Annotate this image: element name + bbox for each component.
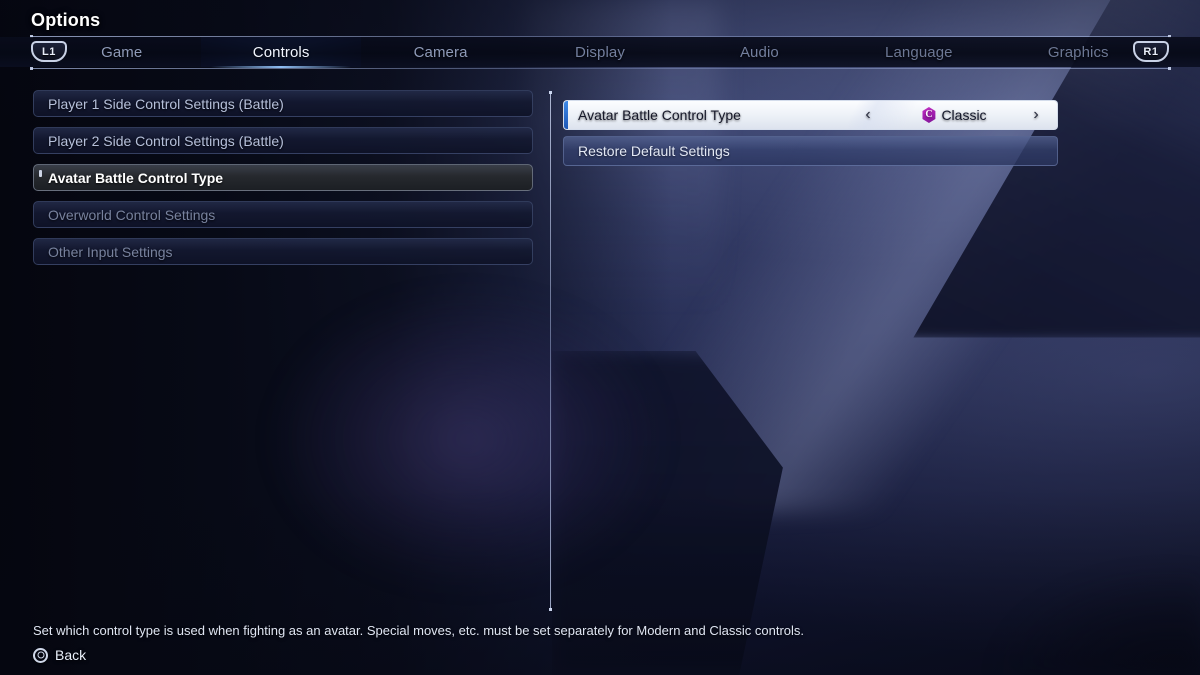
tab-display[interactable]: Display [520, 37, 679, 67]
l1-bumper-icon[interactable]: L1 [31, 41, 67, 62]
r1-bumper-icon[interactable]: R1 [1133, 41, 1169, 62]
panel-divider [549, 91, 552, 611]
tab-language[interactable]: Language [839, 37, 998, 67]
setting-value-text: Classic [941, 107, 987, 123]
setting-row-avatar-battle-control-type[interactable]: Avatar Battle Control Type ‹ C Classic › [563, 100, 1058, 130]
header-rule-bottom [31, 68, 1169, 69]
header-rule-endcap-bottom-left [30, 67, 33, 70]
previous-value-arrow-icon[interactable]: ‹ [857, 107, 879, 123]
page-title: Options [31, 10, 101, 30]
tab-controls[interactable]: Controls [201, 37, 362, 68]
divider-cap-top [549, 91, 552, 94]
setting-value: C Classic [883, 107, 1025, 123]
list-item-label: Other Input Settings [48, 243, 173, 260]
list-item-player1-control-settings[interactable]: Player 1 Side Control Settings (Battle) [33, 90, 533, 117]
header-rule-endcap-bottom-right [1168, 67, 1171, 70]
setting-label: Restore Default Settings [578, 143, 730, 159]
settings-detail-panel: Avatar Battle Control Type ‹ C Classic ›… [563, 100, 1058, 172]
back-button-label: Back [55, 647, 87, 663]
list-item-label: Overworld Control Settings [48, 206, 216, 223]
tab-bar: Game Controls Camera Display Audio Langu… [0, 37, 1200, 68]
list-item-other-input-settings[interactable]: Other Input Settings [33, 238, 533, 265]
list-item-overworld-control-settings[interactable]: Overworld Control Settings [33, 201, 533, 228]
selection-marker-icon [39, 170, 42, 177]
tab-camera[interactable]: Camera [361, 37, 520, 67]
classic-badge-icon: C [921, 107, 936, 123]
next-value-arrow-icon[interactable]: › [1025, 107, 1047, 123]
setting-row-restore-default-settings[interactable]: Restore Default Settings [563, 136, 1058, 166]
setting-label: Avatar Battle Control Type [578, 107, 741, 123]
list-item-label: Avatar Battle Control Type [48, 169, 224, 186]
list-item-label: Player 2 Side Control Settings (Battle) [48, 132, 284, 149]
setting-description: Set which control type is used when figh… [33, 623, 804, 639]
circle-button-icon [33, 647, 48, 663]
divider-cap-bottom [549, 608, 552, 611]
back-button[interactable]: Back [33, 647, 804, 663]
badge-letter: C [925, 109, 933, 120]
row-selection-edge [564, 101, 568, 129]
list-item-label: Player 1 Side Control Settings (Battle) [48, 95, 284, 112]
footer: Set which control type is used when figh… [33, 622, 804, 663]
list-item-player2-control-settings[interactable]: Player 2 Side Control Settings (Battle) [33, 127, 533, 154]
settings-category-list: Player 1 Side Control Settings (Battle) … [33, 90, 533, 275]
tab-audio[interactable]: Audio [680, 37, 839, 67]
list-item-avatar-battle-control-type[interactable]: Avatar Battle Control Type [33, 164, 533, 191]
